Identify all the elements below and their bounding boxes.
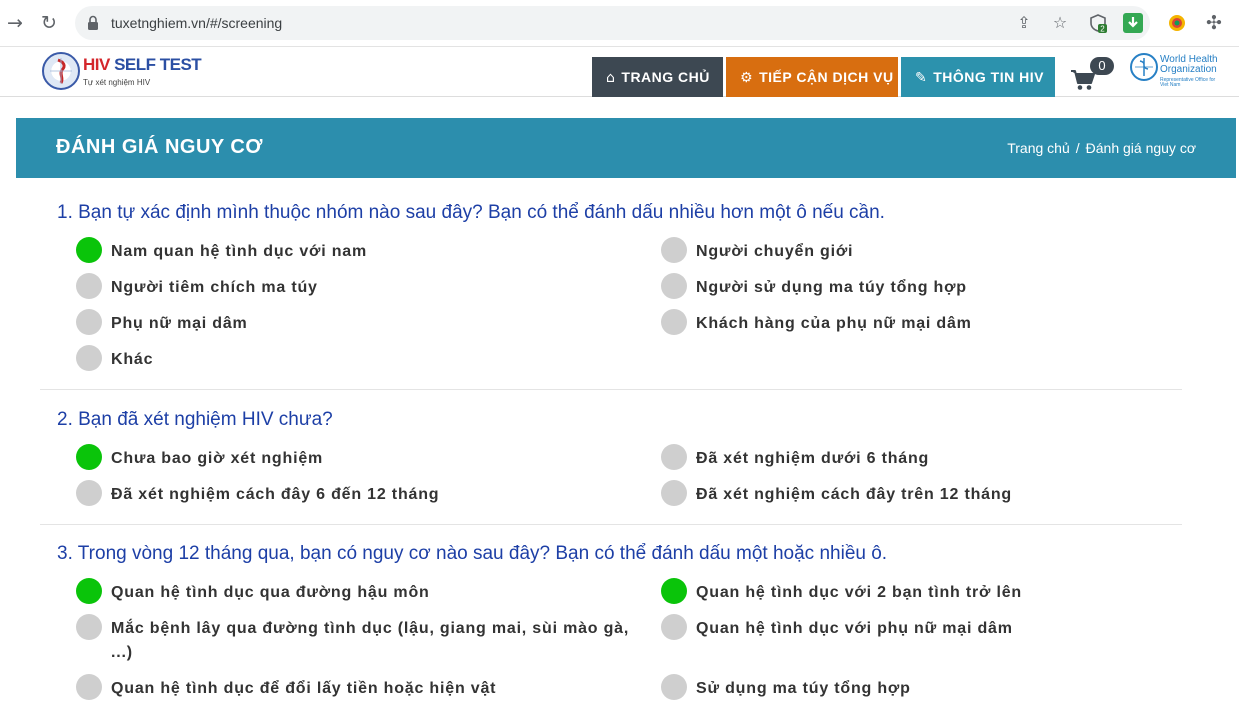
q2-option-under-6-months[interactable]: Đã xét nghiệm dưới 6 tháng [661, 444, 1181, 470]
q2-option-over-12-months[interactable]: Đã xét nghiệm cách đây trên 12 tháng [661, 480, 1181, 506]
option-label: Người chuyển giới [696, 243, 854, 260]
extension-badge: 2 [1100, 25, 1105, 34]
lock-icon[interactable] [87, 15, 99, 31]
radio-button[interactable] [76, 309, 102, 335]
option-label: Phụ nữ mại dâm [111, 315, 248, 332]
logo-title-hiv: HIV [83, 55, 110, 74]
q1-option-pwid[interactable]: Người tiêm chích ma túy [76, 273, 636, 299]
radio-button[interactable] [661, 444, 687, 470]
logo-subtitle: Tự xét nghiệm HIV [83, 78, 151, 87]
option-label: Quan hệ tình dục với phụ nữ mại dâm [696, 620, 1013, 637]
q3-option-transactional-sex[interactable]: Quan hệ tình dục để đổi lấy tiền hoặc hi… [76, 674, 636, 700]
cart-count-badge[interactable]: 0 [1090, 57, 1114, 75]
share-icon[interactable]: ⇪ [1014, 13, 1034, 33]
url-text[interactable]: tuxetnghiem.vn/#/screening [111, 15, 282, 31]
option-label: Mắc bệnh lây qua đường tình dục (lậu, gi… [111, 620, 630, 661]
radio-button[interactable] [76, 273, 102, 299]
menu-home-label: TRANG CHỦ [621, 69, 710, 85]
option-label: Quan hệ tình dục với 2 bạn tình trở lên [696, 584, 1022, 601]
q3-option-anal-sex[interactable]: Quan hệ tình dục qua đường hậu môn [76, 578, 636, 604]
reload-icon[interactable]: ↻ [36, 10, 62, 36]
download-extension-icon[interactable] [1123, 13, 1143, 33]
q1-option-sex-worker-client[interactable]: Khách hàng của phụ nữ mại dâm [661, 309, 1181, 335]
divider [40, 389, 1182, 390]
q2-option-never-tested[interactable]: Chưa bao giờ xét nghiệm [76, 444, 636, 470]
option-label: Chưa bao giờ xét nghiệm [111, 450, 324, 467]
radio-button[interactable] [76, 480, 102, 506]
menu-home[interactable]: ⌂ TRANG CHỦ [592, 57, 723, 97]
radio-button[interactable] [661, 309, 687, 335]
site-header: HIV SELF TEST Tự xét nghiệm HIV ⌂ TRANG C… [0, 47, 1239, 97]
extensions-puzzle-icon[interactable]: ✣ [1201, 10, 1227, 36]
shield-extension-icon[interactable]: 2 [1088, 13, 1108, 33]
question-3: 3. Trong vòng 12 tháng qua, bạn có nguy … [57, 543, 888, 564]
q1-option-sex-worker[interactable]: Phụ nữ mại dâm [76, 309, 636, 335]
menu-service-access[interactable]: ⚙ TIẾP CẬN DỊCH VỤ [726, 57, 898, 97]
breadcrumb: Trang chủ / Đánh giá nguy cơ [1007, 140, 1196, 156]
option-label: Quan hệ tình dục để đổi lấy tiền hoặc hi… [111, 680, 497, 697]
breadcrumb-home[interactable]: Trang chủ [1007, 140, 1070, 156]
menu-hiv-info-label: THÔNG TIN HIV [933, 69, 1044, 85]
page-banner: ĐÁNH GIÁ NGUY CƠ Trang chủ / Đánh giá nguy… [16, 118, 1236, 178]
option-label: Người tiêm chích ma túy [111, 279, 318, 296]
bookmark-star-icon[interactable]: ☆ [1050, 13, 1070, 33]
q1-option-synthetic-drug[interactable]: Người sử dụng ma túy tổng hợp [661, 273, 1181, 299]
menu-service-label: TIẾP CẬN DỊCH VỤ [759, 69, 894, 85]
page-title: ĐÁNH GIÁ NGUY CƠ [56, 136, 263, 158]
home-icon: ⌂ [606, 70, 616, 86]
divider [40, 524, 1182, 525]
who-office: Representative Office for Viet Nam [1160, 77, 1216, 88]
q2-option-6-to-12-months[interactable]: Đã xét nghiệm cách đây 6 đến 12 tháng [76, 480, 636, 506]
radio-button[interactable] [661, 674, 687, 700]
radio-button[interactable] [76, 237, 102, 263]
logo-title-self-test: SELF TEST [114, 55, 202, 74]
q1-option-transgender[interactable]: Người chuyển giới [661, 237, 1181, 263]
option-label: Người sử dụng ma túy tổng hợp [696, 279, 967, 296]
q1-option-msm[interactable]: Nam quan hệ tình dục với nam [76, 237, 636, 263]
forward-icon[interactable]: → [2, 10, 28, 36]
cogs-icon: ⚙ [740, 70, 754, 86]
option-label: Quan hệ tình dục qua đường hậu môn [111, 584, 430, 601]
option-label: Khách hàng của phụ nữ mại dâm [696, 315, 972, 332]
radio-button[interactable] [661, 480, 687, 506]
option-label: Sử dụng ma túy tổng hợp [696, 680, 911, 697]
logo-title[interactable]: HIV SELF TEST [83, 55, 202, 75]
q3-option-sti[interactable]: Mắc bệnh lây qua đường tình dục (lậu, gi… [76, 614, 636, 664]
radio-button[interactable] [661, 273, 687, 299]
radio-button[interactable] [76, 444, 102, 470]
radio-button[interactable] [76, 578, 102, 604]
logo-globe-icon[interactable] [42, 52, 80, 90]
question-2: 2. Bạn đã xét nghiệm HIV chưa? [57, 409, 333, 430]
question-1: 1. Bạn tự xác định mình thuộc nhóm nào s… [57, 202, 885, 223]
radio-button[interactable] [76, 345, 102, 371]
q3-option-sex-worker-partner[interactable]: Quan hệ tình dục với phụ nữ mại dâm [661, 614, 1181, 640]
option-label: Khác [111, 351, 154, 368]
breadcrumb-separator: / [1075, 140, 1080, 156]
option-label: Đã xét nghiệm dưới 6 tháng [696, 450, 930, 467]
q3-option-multiple-partners[interactable]: Quan hệ tình dục với 2 bạn tình trở lên [661, 578, 1181, 604]
radio-button[interactable] [661, 578, 687, 604]
q3-option-synthetic-drug[interactable]: Sử dụng ma túy tổng hợp [661, 674, 1181, 700]
breadcrumb-current: Đánh giá nguy cơ [1085, 140, 1196, 156]
option-label: Đã xét nghiệm cách đây trên 12 tháng [696, 486, 1012, 503]
menu-hiv-info[interactable]: ✎ THÔNG TIN HIV [901, 57, 1055, 97]
option-label: Nam quan hệ tình dục với nam [111, 243, 368, 260]
radio-button[interactable] [76, 674, 102, 700]
address-bar[interactable]: tuxetnghiem.vn/#/screening ⇪ ☆ [75, 6, 1150, 40]
who-logo-icon[interactable] [1130, 53, 1158, 81]
option-label: Đã xét nghiệm cách đây 6 đến 12 tháng [111, 486, 440, 503]
q1-option-other[interactable]: Khác [76, 345, 636, 371]
who-name: World Health Organization [1160, 54, 1218, 75]
radio-button[interactable] [661, 614, 687, 640]
magic-icon: ✎ [915, 70, 928, 86]
browser-toolbar: → ↻ tuxetnghiem.vn/#/screening ⇪ ☆ 2 ✣ [0, 0, 1239, 47]
colorful-extension-icon[interactable] [1167, 13, 1187, 33]
radio-button[interactable] [661, 237, 687, 263]
radio-button[interactable] [76, 614, 102, 640]
